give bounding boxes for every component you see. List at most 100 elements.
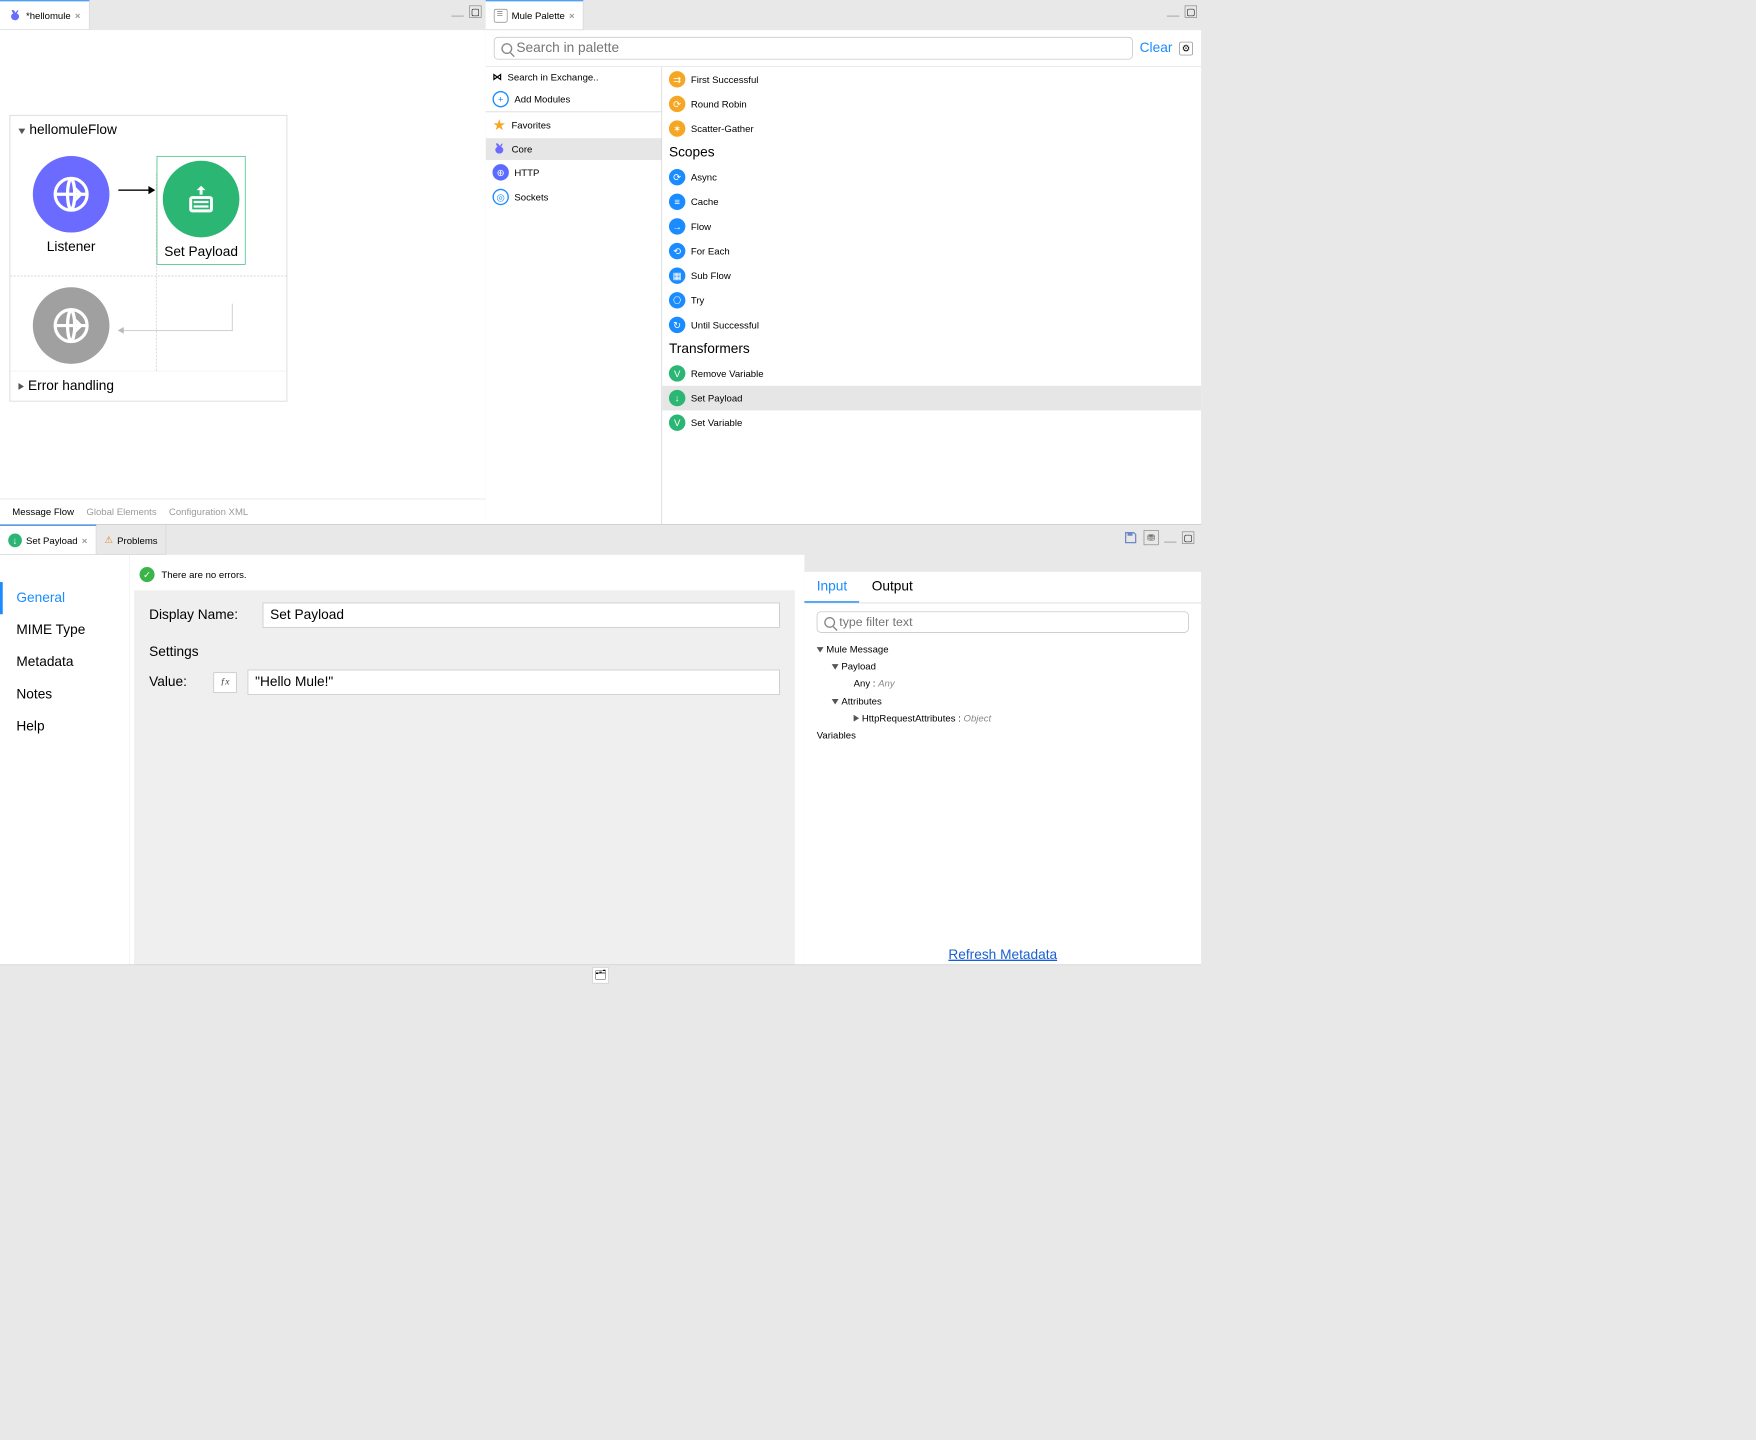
tree-variables[interactable]: Variables [817, 730, 856, 741]
collapse-icon[interactable] [854, 715, 859, 722]
expand-icon[interactable] [832, 699, 839, 704]
refresh-metadata-link[interactable]: Refresh Metadata [948, 947, 1057, 962]
palette-cat-search-exchange[interactable]: ⋈Search in Exchange.. [486, 67, 662, 87]
tree-mule-message[interactable]: Mule Message [826, 644, 888, 655]
nav-general[interactable]: General [0, 582, 129, 614]
tree-payload[interactable]: Payload [841, 661, 876, 672]
expand-icon[interactable] [817, 647, 824, 652]
display-name-input[interactable] [263, 603, 780, 628]
mule-icon [8, 9, 22, 23]
palette-search-input[interactable] [516, 40, 1125, 56]
palette-cat-sockets[interactable]: ◎Sockets [486, 185, 662, 210]
palette-item-first-successful[interactable]: ⇉First Successful [662, 67, 1201, 92]
gear-icon[interactable]: ⚙ [1179, 41, 1193, 55]
palette-item-round-robin[interactable]: ⟳Round Robin [662, 92, 1201, 117]
palette-cat-add-modules[interactable]: +Add Modules [486, 87, 662, 112]
palette-tab-close-icon[interactable]: × [569, 10, 575, 21]
palette-item-scatter-gather[interactable]: ✶Scatter-Gather [662, 116, 1201, 141]
flow-node-listener[interactable]: Listener [27, 156, 116, 255]
minimize-icon[interactable] [1167, 12, 1179, 16]
palette-item-async[interactable]: ⟳Async [662, 165, 1201, 190]
status-icon[interactable]: 🗂 [592, 967, 608, 983]
maximize-icon[interactable]: ▢ [1185, 5, 1197, 17]
editor-tab-title: *hellomule [26, 10, 71, 21]
plus-icon: + [492, 91, 508, 107]
io-pane: Input Output Mule Message Payload Any : … [804, 572, 1201, 970]
flow-divider [156, 174, 157, 371]
settings-header: Settings [149, 644, 780, 660]
properties-tab-close-icon[interactable]: × [82, 535, 88, 546]
minimize-icon[interactable] [1164, 538, 1176, 542]
search-icon [501, 43, 512, 54]
palette-clear-link[interactable]: Clear [1140, 40, 1173, 56]
palette-search[interactable] [494, 37, 1133, 60]
editor-tabbar: *hellomule × ▢ [0, 0, 486, 30]
palette-tabbar: Mule Palette × ▢ [486, 0, 1201, 30]
collapse-icon[interactable] [18, 383, 23, 390]
scope-icon: ▦ [669, 267, 685, 283]
maximize-icon[interactable]: ▢ [1182, 531, 1194, 543]
value-input[interactable] [248, 670, 780, 695]
palette-tab[interactable]: Mule Palette × [486, 0, 584, 30]
palette-item-flow[interactable]: →Flow [662, 214, 1201, 239]
io-filter-input[interactable] [839, 615, 1181, 629]
nav-notes[interactable]: Notes [0, 679, 129, 711]
scope-icon: ⎔ [669, 292, 685, 308]
palette-item-cache[interactable]: ≡Cache [662, 189, 1201, 214]
io-tab-output[interactable]: Output [859, 572, 925, 603]
set-payload-icon: ↓ [8, 533, 22, 547]
footer-tab-message-flow[interactable]: Message Flow [12, 506, 74, 517]
tree-any-label: Any : [854, 678, 878, 689]
palette-categories: ⋈Search in Exchange.. +Add Modules ★Favo… [486, 67, 662, 524]
tree-attributes[interactable]: Attributes [841, 695, 881, 706]
palette-cat-favorites[interactable]: ★Favorites [486, 112, 662, 138]
palette-items: ⇉First Successful ⟳Round Robin ✶Scatter-… [662, 67, 1201, 524]
palette-item-set-variable[interactable]: VSet Variable [662, 410, 1201, 435]
io-filter[interactable] [817, 611, 1189, 632]
search-icon [824, 617, 835, 628]
value-label: Value: [149, 674, 202, 690]
editor-tab-close-icon[interactable]: × [75, 10, 81, 21]
flow-canvas[interactable]: hellomuleFlow Listener Set Paylo [0, 30, 486, 524]
maximize-icon[interactable]: ▢ [469, 5, 481, 17]
footer-tab-config-xml[interactable]: Configuration XML [169, 506, 248, 517]
datasense-icon[interactable]: ⛃ [1144, 530, 1159, 545]
flow-error-node[interactable] [27, 287, 116, 364]
display-name-label: Display Name: [149, 607, 252, 623]
router-icon: ✶ [669, 120, 685, 136]
nav-metadata[interactable]: Metadata [0, 646, 129, 678]
palette-item-for-each[interactable]: ⟲For Each [662, 239, 1201, 264]
palette-item-set-payload[interactable]: ↓Set Payload [662, 386, 1201, 411]
scope-icon: ⟲ [669, 243, 685, 259]
properties-tab-problems-label: Problems [117, 535, 157, 546]
flow-node-set-payload[interactable]: Set Payload [157, 156, 246, 265]
flow-node-set-payload-label: Set Payload [164, 244, 238, 260]
editor-tab-hellomule[interactable]: *hellomule × [0, 0, 89, 30]
palette-cat-core[interactable]: Core [486, 138, 662, 160]
save-icon[interactable] [1123, 530, 1138, 545]
set-payload-icon [183, 181, 219, 217]
palette-cat-http[interactable]: ⊕HTTP [486, 160, 662, 185]
tree-http-attr[interactable]: HttpRequestAttributes : [862, 713, 964, 724]
io-tab-input[interactable]: Input [804, 572, 859, 603]
flow-arrow [116, 156, 157, 224]
globe-icon [52, 306, 90, 344]
nav-mime[interactable]: MIME Type [0, 614, 129, 646]
expand-icon[interactable] [832, 664, 839, 669]
palette-item-sub-flow[interactable]: ▦Sub Flow [662, 263, 1201, 288]
footer-tab-global-elements[interactable]: Global Elements [86, 506, 156, 517]
scope-icon: ⟳ [669, 169, 685, 185]
flow-connector [123, 304, 232, 331]
palette-item-try[interactable]: ⎔Try [662, 288, 1201, 313]
nav-help[interactable]: Help [0, 711, 129, 743]
mule-icon [492, 142, 506, 156]
properties-tab-problems[interactable]: ⚠ Problems [96, 525, 166, 555]
palette-pane: Mule Palette × ▢ Clear ⚙ ⋈Search in Exch… [486, 0, 1201, 524]
palette-item-remove-variable[interactable]: VRemove Variable [662, 361, 1201, 386]
expand-icon[interactable] [18, 129, 25, 134]
status-bar: 🗂 [0, 964, 1201, 985]
minimize-icon[interactable] [451, 12, 463, 16]
properties-tab-setpayload[interactable]: ↓ Set Payload × [0, 525, 96, 555]
fx-button[interactable]: ƒx [213, 672, 236, 693]
palette-item-until-successful[interactable]: ↻Until Successful [662, 313, 1201, 338]
